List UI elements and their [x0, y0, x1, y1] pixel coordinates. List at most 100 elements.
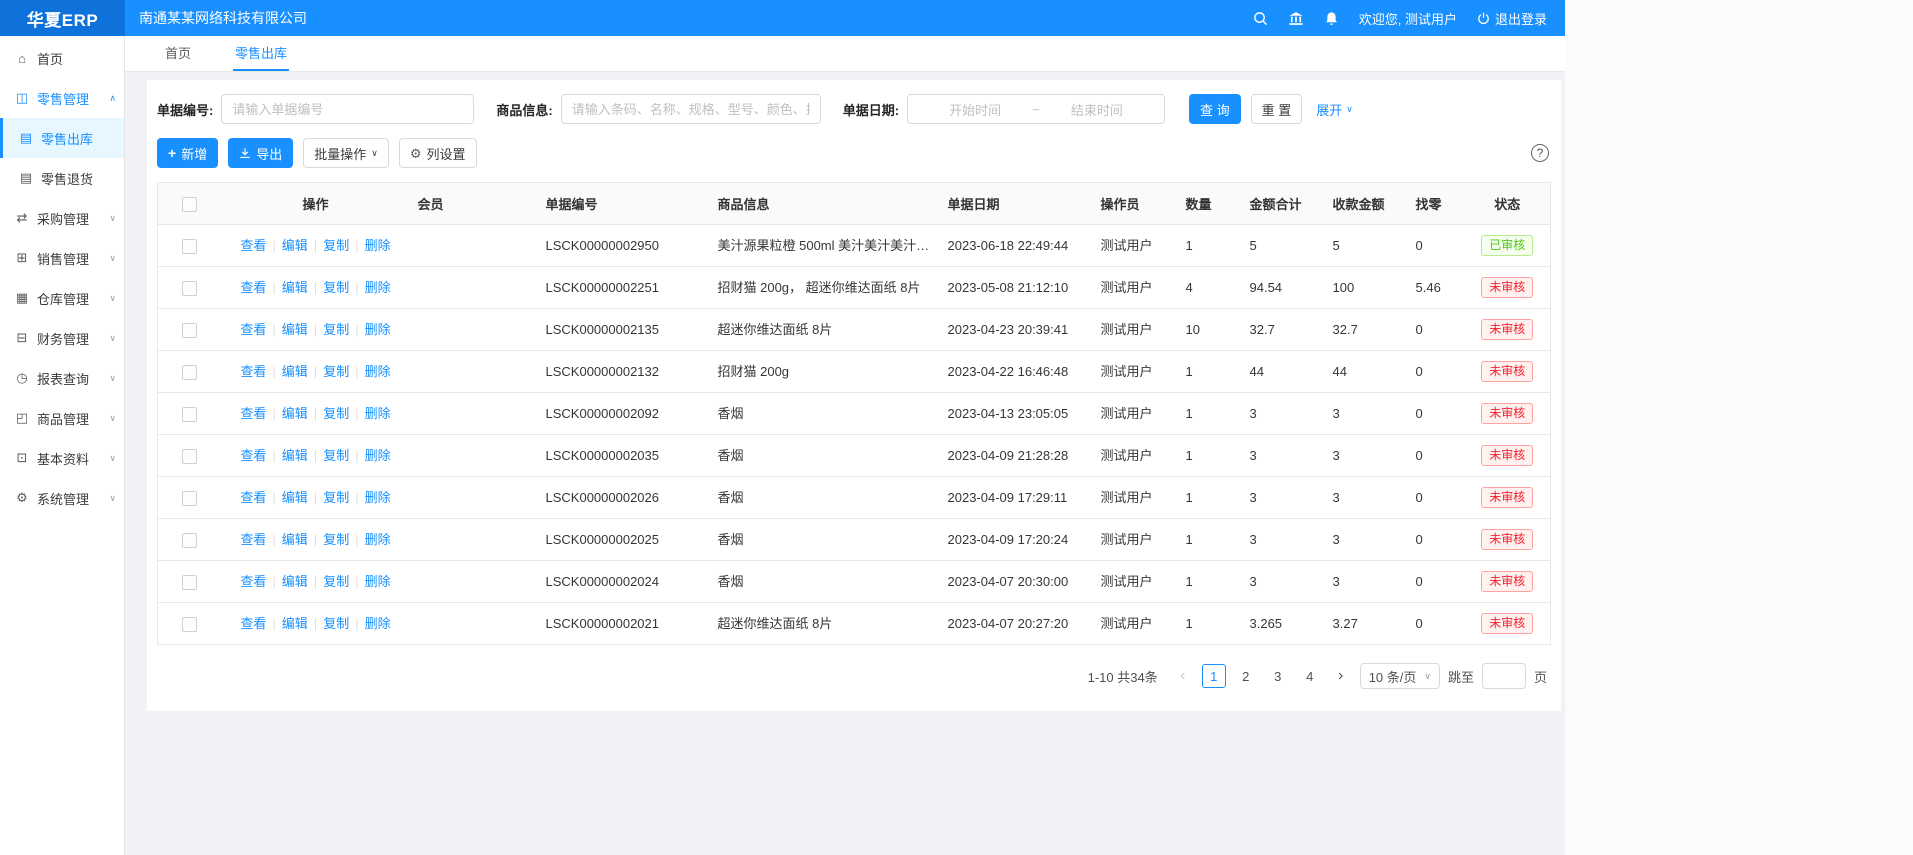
page-button-3[interactable]: 3: [1266, 664, 1290, 688]
row-action-view[interactable]: 查看: [240, 574, 266, 589]
sidebar-item-finance[interactable]: ⊟财务管理∨: [0, 318, 124, 358]
row-action-edit[interactable]: 编辑: [282, 574, 308, 589]
page-button-2[interactable]: 2: [1234, 664, 1258, 688]
tab-retail-outbound[interactable]: 零售出库: [233, 36, 289, 71]
sidebar-item-label: 系统管理: [37, 489, 89, 508]
row-action-delete[interactable]: 删除: [365, 238, 391, 253]
row-action-view[interactable]: 查看: [240, 616, 266, 631]
row-action-edit[interactable]: 编辑: [282, 532, 308, 547]
row-action-delete[interactable]: 删除: [365, 574, 391, 589]
row-action-view[interactable]: 查看: [240, 364, 266, 379]
search-button[interactable]: 查 询: [1189, 94, 1241, 124]
row-action-view[interactable]: 查看: [240, 448, 266, 463]
cell-qty: 1: [1178, 351, 1242, 393]
row-action-edit[interactable]: 编辑: [282, 490, 308, 505]
sidebar-item-retail-return[interactable]: ▤零售退货: [0, 158, 124, 198]
row-action-delete[interactable]: 删除: [365, 448, 391, 463]
row-action-delete[interactable]: 删除: [365, 322, 391, 337]
sidebar-item-label: 财务管理: [37, 329, 89, 348]
table-body: 查看|编辑|复制|删除LSCK00000002950美汁源果粒橙 500ml 美…: [158, 225, 1551, 645]
row-action-copy[interactable]: 复制: [323, 532, 349, 547]
row-action-edit[interactable]: 编辑: [282, 322, 308, 337]
jump-page-input[interactable]: [1482, 663, 1526, 689]
row-action-view[interactable]: 查看: [240, 406, 266, 421]
row-action-view[interactable]: 查看: [240, 532, 266, 547]
prev-page-icon[interactable]: ‹: [1172, 664, 1194, 688]
row-action-edit[interactable]: 编辑: [282, 238, 308, 253]
sidebar-item-reports[interactable]: ◷报表查询∨: [0, 358, 124, 398]
select-all-checkbox[interactable]: [182, 197, 197, 212]
row-action-copy[interactable]: 复制: [323, 238, 349, 253]
content-area: 单据编号: 商品信息: 单据日期: 开始时间 ~ 结束: [125, 72, 1565, 855]
bill-number-input[interactable]: [221, 94, 474, 124]
add-button[interactable]: + 新增: [157, 138, 218, 168]
action-separator: |: [355, 280, 358, 295]
row-action-edit[interactable]: 编辑: [282, 616, 308, 631]
row-action-delete[interactable]: 删除: [365, 490, 391, 505]
sidebar-item-system[interactable]: ⚙系统管理∨: [0, 478, 124, 518]
row-action-view[interactable]: 查看: [240, 280, 266, 295]
row-action-delete[interactable]: 删除: [365, 532, 391, 547]
row-action-view[interactable]: 查看: [240, 238, 266, 253]
help-icon[interactable]: ?: [1531, 144, 1549, 162]
reset-button[interactable]: 重 置: [1251, 94, 1303, 124]
row-action-view[interactable]: 查看: [240, 490, 266, 505]
row-checkbox[interactable]: [182, 239, 197, 254]
row-action-delete[interactable]: 删除: [365, 616, 391, 631]
row-checkbox[interactable]: [182, 407, 197, 422]
row-checkbox[interactable]: [182, 617, 197, 632]
page-size-select[interactable]: 10 条/页 ∨: [1360, 663, 1440, 689]
action-separator: |: [272, 322, 275, 337]
row-action-delete[interactable]: 删除: [365, 364, 391, 379]
row-checkbox[interactable]: [182, 533, 197, 548]
row-action-copy[interactable]: 复制: [323, 364, 349, 379]
sidebar-item-purchase[interactable]: ⇄采购管理∨: [0, 198, 124, 238]
tab-home[interactable]: 首页: [163, 36, 193, 71]
row-action-copy[interactable]: 复制: [323, 448, 349, 463]
batch-operations-button[interactable]: 批量操作 ∨: [303, 138, 389, 168]
page-button-1[interactable]: 1: [1202, 664, 1226, 688]
row-action-delete[interactable]: 删除: [365, 280, 391, 295]
column-settings-button[interactable]: ⚙ 列设置: [399, 138, 477, 168]
row-action-edit[interactable]: 编辑: [282, 364, 308, 379]
row-action-copy[interactable]: 复制: [323, 574, 349, 589]
row-checkbox[interactable]: [182, 491, 197, 506]
row-checkbox[interactable]: [182, 365, 197, 380]
export-button[interactable]: 导出: [228, 138, 293, 168]
sidebar-item-label: 销售管理: [37, 249, 89, 268]
sidebar-item-goods[interactable]: ◰商品管理∨: [0, 398, 124, 438]
row-action-copy[interactable]: 复制: [323, 280, 349, 295]
bank-icon[interactable]: [1288, 11, 1304, 26]
product-info-input[interactable]: [561, 94, 821, 124]
bill-date-range-picker[interactable]: 开始时间 ~ 结束时间: [907, 94, 1165, 124]
row-action-copy[interactable]: 复制: [323, 490, 349, 505]
sidebar-item-label: 零售管理: [37, 89, 89, 108]
row-action-edit[interactable]: 编辑: [282, 406, 308, 421]
notification-bell-icon[interactable]: [1324, 11, 1339, 26]
row-action-copy[interactable]: 复制: [323, 406, 349, 421]
sidebar-item-sales[interactable]: ⊞销售管理∨: [0, 238, 124, 278]
row-checkbox[interactable]: [182, 575, 197, 590]
sidebar-item-home[interactable]: ⌂首页: [0, 38, 124, 78]
page-button-4[interactable]: 4: [1298, 664, 1322, 688]
row-action-edit[interactable]: 编辑: [282, 448, 308, 463]
cell-actions: 查看|编辑|复制|删除: [222, 225, 410, 267]
sidebar-item-retail[interactable]: ◫零售管理∧: [0, 78, 124, 118]
row-checkbox[interactable]: [182, 449, 197, 464]
logout-button[interactable]: 退出登录: [1477, 9, 1547, 28]
row-action-delete[interactable]: 删除: [365, 406, 391, 421]
row-action-view[interactable]: 查看: [240, 322, 266, 337]
row-checkbox[interactable]: [182, 281, 197, 296]
row-action-copy[interactable]: 复制: [323, 616, 349, 631]
sidebar-item-warehouse[interactable]: ▦仓库管理∨: [0, 278, 124, 318]
search-icon[interactable]: [1253, 11, 1268, 26]
sidebar-item-basic-data[interactable]: ⊡基本资料∨: [0, 438, 124, 478]
row-checkbox[interactable]: [182, 323, 197, 338]
cell-bill-no: LSCK00000002026: [538, 477, 710, 519]
row-action-copy[interactable]: 复制: [323, 322, 349, 337]
expand-link[interactable]: 展开 ∨: [1316, 100, 1353, 119]
sidebar-item-retail-outbound[interactable]: ▤零售出库: [0, 118, 124, 158]
next-page-icon[interactable]: ›: [1330, 664, 1352, 688]
action-separator: |: [272, 448, 275, 463]
row-action-edit[interactable]: 编辑: [282, 280, 308, 295]
